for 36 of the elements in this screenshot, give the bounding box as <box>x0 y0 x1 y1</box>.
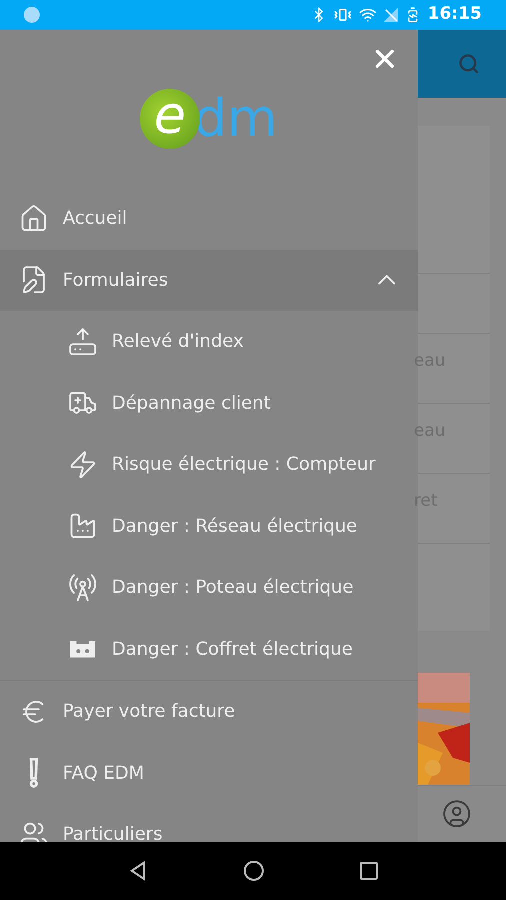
menu-item[interactable]: Relevé d'index <box>0 311 418 372</box>
menu-item[interactable]: Danger : Poteau électrique <box>0 557 418 618</box>
vibrate-icon <box>334 6 352 24</box>
menu-item-label: Relevé d'index <box>112 330 244 354</box>
recents-icon[interactable] <box>360 862 378 880</box>
menu-item-icon <box>68 572 98 603</box>
menu-item-label: FAQ EDM <box>63 762 144 786</box>
menu-item[interactable]: Danger : Coffret électrique <box>0 618 418 680</box>
menu-item-label: Particuliers <box>63 823 163 842</box>
menu-item[interactable]: Risque électrique : Compteur <box>0 434 418 496</box>
menu-item-label: Danger : Poteau électrique <box>112 576 354 600</box>
profile-icon[interactable] <box>442 799 472 829</box>
home-icon[interactable] <box>242 860 265 882</box>
back-icon[interactable] <box>128 861 148 881</box>
menu-item-label: Danger : Réseau électrique <box>112 514 358 539</box>
status-time: 16:15 <box>428 3 482 26</box>
menu-item[interactable]: FAQ EDM <box>0 742 418 804</box>
menu-item-icon <box>68 450 98 480</box>
menu-item[interactable]: Accueil <box>0 188 418 250</box>
menu-item-icon <box>19 204 49 234</box>
menu-item[interactable]: Danger : Réseau électrique <box>0 496 418 557</box>
menu-item-label: Accueil <box>63 207 128 232</box>
menu-item[interactable]: Dépannage client <box>0 372 418 434</box>
menu-item[interactable]: Formulaires <box>0 250 418 311</box>
menu-item-label: Danger : Coffret électrique <box>112 638 353 662</box>
menu-item-icon <box>29 758 39 788</box>
menu-item-icon <box>68 326 98 357</box>
menu-item-label: Dépannage client <box>112 392 271 416</box>
menu-item-label: Payer votre facture <box>63 700 236 724</box>
menu-item-label: Risque électrique : Compteur <box>112 453 376 478</box>
menu-item[interactable]: Payer votre facture <box>0 681 418 742</box>
menu-item[interactable]: Particuliers <box>0 804 418 842</box>
menu-item-label: Formulaires <box>63 268 168 293</box>
wifi-icon <box>358 6 377 24</box>
signal-icon <box>384 8 398 22</box>
logo: e dm <box>140 89 278 149</box>
